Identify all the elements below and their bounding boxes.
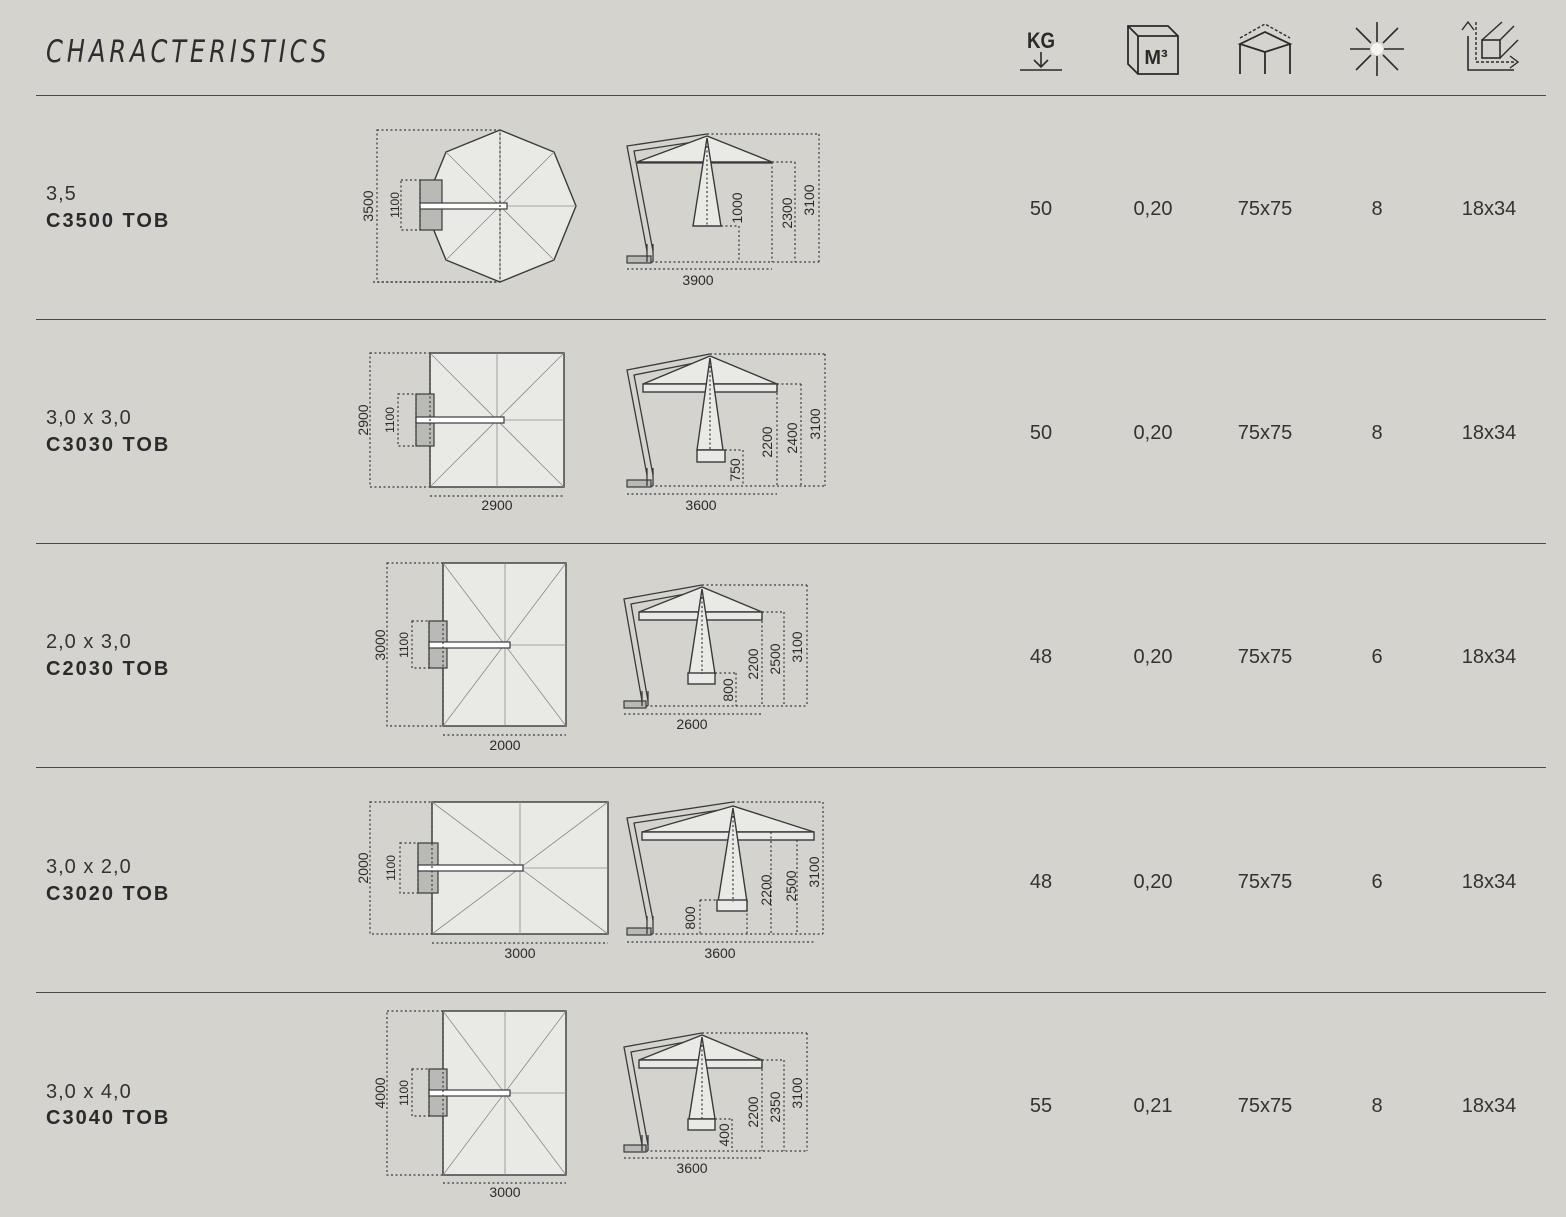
ribs-value: 6 [1371, 646, 1383, 668]
weight-value: 48 [1029, 871, 1053, 893]
side-dim-h2: 2200 [759, 426, 775, 457]
plan-view-drawing: 3000 1100 2000 [372, 562, 567, 753]
side-dim-h3: 2400 [784, 422, 800, 453]
side-dim-length: 3600 [704, 945, 735, 961]
side-dim-h1: 800 [720, 678, 736, 702]
plan-dim-outer: 2900 [355, 404, 371, 435]
plan-view-drawing: 2000 1100 3000 [355, 801, 609, 961]
plan-dim-inner: 1100 [388, 192, 402, 218]
side-dim-h2: 2200 [745, 648, 761, 679]
side-dim-h1: 750 [727, 458, 743, 482]
package-icon [1237, 23, 1293, 74]
side-dim-h1: 400 [716, 1123, 732, 1147]
product-size: 3,5 [46, 183, 77, 205]
volume-m3-icon: M³ [1127, 25, 1179, 75]
product-size: 3,0 x 4,0 [46, 1081, 132, 1103]
product-code: C2030 TOB [46, 658, 171, 680]
table-row: 3,5 C3500 TOB 3500 1100 1000 2300 3100 3… [0, 96, 1566, 320]
side-view-drawing: 800 2200 2500 3100 2600 [623, 584, 808, 732]
product-code: C3500 TOB [46, 210, 171, 232]
plan-dim-width: 2000 [489, 737, 520, 753]
product-size: 3,0 x 3,0 [46, 407, 132, 429]
plan-dim-inner: 1100 [383, 407, 397, 433]
side-dim-h1: 1000 [729, 192, 745, 223]
plan-dim-outer: 3000 [372, 629, 388, 660]
side-view-drawing: 1000 2300 3100 3900 [626, 133, 820, 288]
side-view-drawing: 400 2200 2350 3100 3600 [623, 1032, 808, 1176]
ribs-icon [1350, 22, 1404, 76]
weight-value: 50 [1029, 198, 1053, 220]
plan-dim-inner: 1100 [384, 855, 398, 881]
side-dim-h2: 2300 [779, 197, 795, 228]
base-value: 75x75 [1237, 422, 1293, 444]
volume-value: 0,21 [1133, 1095, 1173, 1117]
pole-value: 18x34 [1461, 422, 1517, 444]
svg-text:KG: KG [1027, 30, 1055, 54]
side-dim-h2: 2200 [758, 874, 774, 905]
base-value: 75x75 [1237, 1095, 1293, 1117]
dimensions-icon [1461, 20, 1520, 71]
plan-dim-outer: 4000 [372, 1077, 388, 1108]
side-dim-h3: 3100 [801, 184, 817, 215]
plan-dim-inner: 1100 [397, 1080, 411, 1106]
volume-value: 0,20 [1133, 871, 1173, 893]
weight-value: 55 [1029, 1095, 1053, 1117]
plan-view-drawing: 4000 1100 3000 [372, 1010, 567, 1200]
base-value: 75x75 [1237, 198, 1293, 220]
table-row: 3,0 x 2,0 C3020 TOB 2000 1100 3000 800 2… [0, 768, 1566, 992]
weight-value: 48 [1029, 646, 1053, 668]
product-size: 2,0 x 3,0 [46, 631, 132, 653]
table-row: 2,0 x 3,0 C2030 TOB 3000 1100 2000 800 2… [0, 544, 1566, 768]
plan-dim-width: 2900 [481, 497, 512, 513]
plan-view-drawing: 3500 1100 [360, 129, 577, 283]
plan-dim-width: 3000 [504, 945, 535, 961]
side-dim-h4: 3100 [806, 856, 822, 887]
side-view-drawing: 750 2200 2400 3100 3600 [626, 353, 826, 513]
side-dim-length: 3600 [685, 497, 716, 513]
side-dim-h3: 2500 [767, 643, 783, 674]
volume-value: 0,20 [1133, 646, 1173, 668]
svg-text:M³: M³ [1144, 47, 1168, 69]
pole-value: 18x34 [1461, 1095, 1517, 1117]
ribs-value: 8 [1371, 1095, 1383, 1117]
side-dim-h4: 3100 [807, 408, 823, 439]
volume-value: 0,20 [1133, 422, 1173, 444]
product-code: C3030 TOB [46, 434, 171, 456]
side-view-drawing: 800 2200 2500 3100 3600 [626, 801, 824, 961]
pole-value: 18x34 [1461, 871, 1517, 893]
ribs-value: 8 [1371, 198, 1383, 220]
side-dim-length: 3600 [676, 1160, 707, 1176]
weight-value: 50 [1029, 422, 1053, 444]
page-title: CHARACTERISTICS [46, 34, 331, 70]
table-row: 3,0 x 4,0 C3040 TOB 4000 1100 3000 400 2… [0, 993, 1566, 1217]
side-dim-length: 3900 [682, 272, 713, 288]
plan-dim-outer: 2000 [355, 852, 371, 883]
ribs-value: 6 [1371, 871, 1383, 893]
side-dim-h3: 2350 [767, 1091, 783, 1122]
side-dim-h2: 2200 [745, 1096, 761, 1127]
side-dim-h4: 3100 [789, 1077, 805, 1108]
plan-view-drawing: 2900 1100 2900 [355, 352, 565, 513]
plan-dim-width: 3000 [489, 1184, 520, 1200]
side-dim-h4: 3100 [789, 631, 805, 662]
pole-value: 18x34 [1461, 198, 1517, 220]
pole-value: 18x34 [1461, 646, 1517, 668]
side-dim-h3: 2500 [783, 870, 799, 901]
ribs-value: 8 [1371, 422, 1383, 444]
plan-dim-inner: 1100 [397, 632, 411, 658]
plan-dim-outer: 3500 [360, 190, 376, 221]
base-value: 75x75 [1237, 646, 1293, 668]
side-dim-length: 2600 [676, 716, 707, 732]
product-code: C3040 TOB [46, 1107, 171, 1129]
base-value: 75x75 [1237, 871, 1293, 893]
product-size: 3,0 x 2,0 [46, 856, 132, 878]
side-dim-h1: 800 [682, 906, 698, 930]
weight-kg-icon: KG [1020, 30, 1062, 71]
table-row: 3,0 x 3,0 C3030 TOB 2900 1100 2900 750 2… [0, 320, 1566, 544]
volume-value: 0,20 [1133, 198, 1173, 220]
product-code: C3020 TOB [46, 883, 171, 905]
